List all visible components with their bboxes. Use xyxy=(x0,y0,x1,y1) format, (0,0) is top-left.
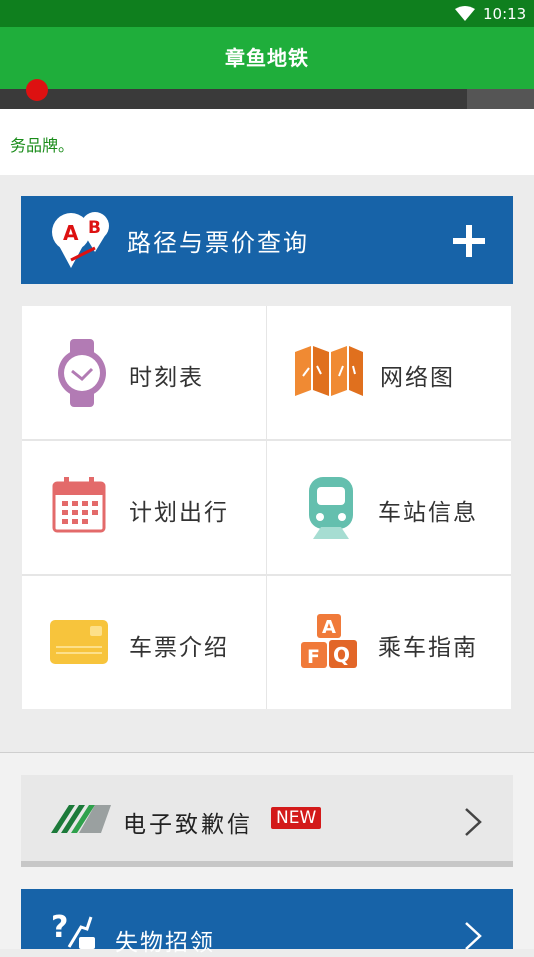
grid-item-ticket-intro[interactable]: 车票介绍 xyxy=(22,576,266,709)
status-bar: 10:13 xyxy=(0,0,534,27)
faq-icon: A F Q xyxy=(301,614,357,668)
map-icon xyxy=(295,346,363,396)
svg-text:A: A xyxy=(63,221,79,245)
feature-grid: 时刻表 网络图 计划出行 车站信息 车票介绍 A F Q 乘车指南 xyxy=(22,306,511,709)
metro-stripes-icon xyxy=(51,805,111,833)
grid-item-station-info[interactable]: 车站信息 xyxy=(267,441,511,574)
news-ticker[interactable]: 务品牌。 xyxy=(0,109,534,175)
ticker-text: 务品牌。 xyxy=(10,136,75,155)
app-title: 章鱼地铁 xyxy=(225,46,309,70)
grid-item-ride-guide[interactable]: A F Q 乘车指南 xyxy=(267,576,511,709)
route-fare-query-button[interactable]: A B 路径与票价查询 xyxy=(21,196,513,284)
apology-letter-label: 电子致歉信 xyxy=(123,812,253,838)
grid-item-label: 车站信息 xyxy=(378,500,478,526)
banner-carousel[interactable] xyxy=(0,79,534,109)
grid-item-network-map[interactable]: 网络图 xyxy=(267,306,511,439)
plus-icon xyxy=(453,225,485,257)
bar-shadow xyxy=(21,861,513,867)
wifi-icon xyxy=(455,6,475,21)
grid-item-label: 时刻表 xyxy=(129,365,204,391)
ab-pin-icon: A B xyxy=(52,212,109,268)
svg-text:B: B xyxy=(88,218,101,238)
metro-logo-icon xyxy=(26,79,48,101)
grid-item-label: 计划出行 xyxy=(129,500,229,526)
apology-letter-button[interactable]: 电子致歉信 NEW xyxy=(21,775,513,867)
calendar-icon xyxy=(52,477,106,533)
grid-item-label: 网络图 xyxy=(380,365,455,391)
svg-text:Q: Q xyxy=(333,643,350,667)
new-badge: NEW xyxy=(271,807,322,829)
lost-item-icon: ? xyxy=(51,910,95,949)
grid-item-trip-planner[interactable]: 计划出行 xyxy=(22,441,266,574)
train-icon xyxy=(309,477,353,539)
chevron-right-icon xyxy=(465,808,482,836)
lost-and-found-button[interactable]: ? 失物招领 xyxy=(21,889,513,956)
grid-item-timetable[interactable]: 时刻表 xyxy=(22,306,266,439)
svg-text:A: A xyxy=(322,617,336,638)
chevron-right-icon xyxy=(465,922,482,950)
route-fare-label: 路径与票价查询 xyxy=(127,229,309,257)
svg-text:?: ? xyxy=(51,910,68,945)
lost-and-found-label: 失物招领 xyxy=(115,930,215,956)
banner-image xyxy=(467,89,534,109)
grid-item-label: 乘车指南 xyxy=(378,635,478,661)
grid-item-label: 车票介绍 xyxy=(129,635,229,661)
app-bar: 章鱼地铁 xyxy=(0,27,534,89)
card-icon xyxy=(50,620,108,664)
clock: 10:13 xyxy=(483,5,527,23)
svg-text:F: F xyxy=(307,646,320,668)
watch-icon xyxy=(58,339,106,407)
